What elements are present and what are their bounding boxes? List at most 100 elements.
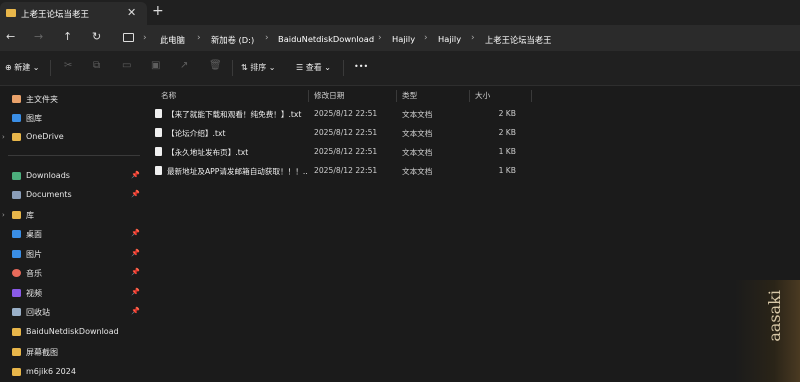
file-type: 文本文档 bbox=[402, 129, 433, 138]
paste-icon[interactable]: ▭ bbox=[122, 60, 131, 71]
new-label: 新建 bbox=[14, 63, 31, 72]
sort-button[interactable]: ⇅ 排序 ⌄ bbox=[241, 62, 276, 73]
breadcrumb[interactable]: › 此电脑 › 新加卷 (D:) › BaiduNetdiskDownload … bbox=[116, 28, 800, 48]
sidebar-item-documents[interactable]: Documents 📌 bbox=[12, 187, 144, 205]
download-icon bbox=[12, 172, 21, 180]
chevron-down-icon: ⌄ bbox=[324, 63, 331, 72]
sidebar-item-label: OneDrive bbox=[26, 132, 64, 141]
breadcrumb-drive[interactable]: 新加卷 (D:) bbox=[211, 34, 254, 46]
file-name: 【论坛介绍】.txt bbox=[167, 129, 226, 138]
toolbar-divider bbox=[50, 60, 51, 76]
column-divider[interactable] bbox=[469, 90, 470, 102]
close-tab-icon[interactable]: ✕ bbox=[127, 6, 136, 19]
sidebar-item-desktop[interactable]: 桌面 📌 bbox=[12, 226, 144, 244]
refresh-button[interactable]: ↻ bbox=[92, 30, 101, 43]
desktop-wallpaper: aasaki bbox=[735, 280, 800, 382]
file-row[interactable]: 【永久地址发布页】.txt 2025/8/12 22:51 文本文档 1 KB bbox=[148, 143, 528, 162]
tab-current-folder[interactable]: 上老王论坛当老王 ✕ bbox=[0, 2, 147, 25]
copy-icon[interactable]: ⧉ bbox=[93, 60, 100, 71]
sidebar-item-label: 屏幕截图 bbox=[26, 348, 58, 357]
column-divider[interactable] bbox=[308, 90, 309, 102]
tab-title: 上老王论坛当老王 bbox=[21, 10, 90, 20]
pin-icon[interactable]: 📌 bbox=[131, 249, 140, 257]
sidebar-item-gallery[interactable]: 图库 bbox=[12, 110, 144, 128]
file-list: 名称 修改日期 类型 大小 【来了就能下载和观看！纯免费！】.txt 2025/… bbox=[148, 86, 800, 382]
document-icon bbox=[12, 191, 21, 199]
view-label: 查看 bbox=[305, 63, 322, 72]
pin-icon[interactable]: 📌 bbox=[131, 268, 140, 276]
gallery-icon bbox=[12, 114, 21, 122]
column-header-date[interactable]: 修改日期 bbox=[314, 90, 344, 101]
tab-bar: 上老王论坛当老王 ✕ + bbox=[0, 0, 800, 25]
breadcrumb-separator: › bbox=[471, 33, 475, 43]
pin-icon[interactable]: 📌 bbox=[131, 229, 140, 237]
column-divider[interactable] bbox=[531, 90, 532, 102]
file-type: 文本文档 bbox=[402, 110, 433, 119]
share-icon[interactable]: ↗ bbox=[180, 60, 188, 71]
breadcrumb-separator: › bbox=[265, 33, 269, 43]
toolbar-divider bbox=[232, 60, 233, 76]
sidebar-item-music[interactable]: 音乐 📌 bbox=[12, 265, 144, 283]
file-name: 【永久地址发布页】.txt bbox=[167, 148, 249, 157]
rename-icon[interactable]: ▣ bbox=[151, 60, 160, 71]
sidebar-item-label: 图库 bbox=[26, 114, 42, 123]
breadcrumb-current[interactable]: 上老王论坛当老王 bbox=[485, 34, 551, 46]
view-icon: ☰ bbox=[296, 63, 304, 72]
breadcrumb-this-pc[interactable]: 此电脑 bbox=[160, 34, 185, 46]
sort-icon: ⇅ bbox=[241, 63, 248, 72]
text-file-icon bbox=[155, 147, 162, 156]
folder-icon bbox=[12, 328, 21, 336]
sidebar-item-home[interactable]: 主文件夹 bbox=[12, 91, 144, 109]
back-button[interactable]: ← bbox=[6, 30, 15, 43]
pin-icon[interactable]: 📌 bbox=[131, 171, 140, 179]
cut-icon[interactable]: ✂ bbox=[64, 60, 72, 71]
file-row[interactable]: 最新地址及APP请发邮箱自动获取！！！... 2025/8/12 22:51 文… bbox=[148, 162, 528, 181]
plus-circle-icon: ⊕ bbox=[5, 63, 12, 72]
more-options-icon[interactable]: ••• bbox=[354, 62, 368, 71]
expand-chevron-icon[interactable]: › bbox=[2, 133, 5, 141]
recycle-bin-icon bbox=[12, 308, 21, 316]
sidebar-item-label: Downloads bbox=[26, 171, 70, 180]
file-row[interactable]: 【论坛介绍】.txt 2025/8/12 22:51 文本文档 2 KB bbox=[148, 124, 528, 143]
sidebar-item-recycle-bin[interactable]: 回收站 📌 bbox=[12, 304, 144, 322]
sidebar-item-downloads[interactable]: Downloads 📌 bbox=[12, 168, 144, 186]
pin-icon[interactable]: 📌 bbox=[131, 288, 140, 296]
sidebar-item-screenshots[interactable]: 屏幕截图 bbox=[12, 344, 144, 362]
desktop-icon bbox=[12, 230, 21, 238]
sidebar-item-pictures[interactable]: 图片 📌 bbox=[12, 246, 144, 264]
new-tab-button[interactable]: + bbox=[152, 3, 164, 19]
breadcrumb-hajily-2[interactable]: Hajily bbox=[438, 34, 461, 44]
breadcrumb-baidu[interactable]: BaiduNetdiskDownload bbox=[278, 34, 374, 44]
text-file-icon bbox=[155, 128, 162, 137]
column-header-name[interactable]: 名称 bbox=[161, 90, 176, 101]
pin-icon[interactable]: 📌 bbox=[131, 307, 140, 315]
sidebar-item-m6jik6[interactable]: m6jik6 2024 bbox=[12, 364, 144, 382]
new-button[interactable]: ⊕ 新建 ⌄ bbox=[5, 62, 40, 73]
column-divider[interactable] bbox=[396, 90, 397, 102]
view-button[interactable]: ☰ 查看 ⌄ bbox=[296, 62, 331, 73]
file-size: 1 KB bbox=[498, 147, 516, 156]
file-row[interactable]: 【来了就能下载和观看！纯免费！】.txt 2025/8/12 22:51 文本文… bbox=[148, 105, 528, 124]
column-header-type[interactable]: 类型 bbox=[402, 90, 417, 101]
sort-label: 排序 bbox=[250, 63, 267, 72]
pin-icon[interactable]: 📌 bbox=[131, 190, 140, 198]
expand-chevron-icon[interactable]: › bbox=[2, 211, 5, 219]
command-bar: ⊕ 新建 ⌄ ✂ ⧉ ▭ ▣ ↗ 🗑 ⇅ 排序 ⌄ ☰ 查看 ⌄ ••• bbox=[0, 51, 800, 86]
sidebar-item-baidu[interactable]: BaiduNetdiskDownload bbox=[12, 324, 144, 342]
file-size: 1 KB bbox=[498, 166, 516, 175]
forward-button[interactable]: → bbox=[34, 30, 43, 43]
column-header-size[interactable]: 大小 bbox=[475, 90, 490, 101]
sidebar-item-library[interactable]: 库 bbox=[12, 207, 144, 225]
chevron-down-icon: ⌄ bbox=[32, 63, 40, 72]
breadcrumb-separator: › bbox=[143, 33, 147, 43]
up-button[interactable]: ↑ bbox=[63, 30, 72, 43]
home-icon bbox=[12, 95, 21, 103]
sidebar-item-videos[interactable]: 视频 📌 bbox=[12, 285, 144, 303]
file-type: 文本文档 bbox=[402, 148, 433, 157]
sidebar-item-onedrive[interactable]: OneDrive bbox=[12, 129, 144, 147]
file-date: 2025/8/12 22:51 bbox=[314, 109, 378, 118]
breadcrumb-hajily-1[interactable]: Hajily bbox=[392, 34, 415, 44]
sidebar-item-label: 回收站 bbox=[26, 308, 50, 317]
delete-icon[interactable]: 🗑 bbox=[209, 60, 222, 71]
address-row: ← → ↑ ↻ › 此电脑 › 新加卷 (D:) › BaiduNetdiskD… bbox=[0, 25, 800, 51]
